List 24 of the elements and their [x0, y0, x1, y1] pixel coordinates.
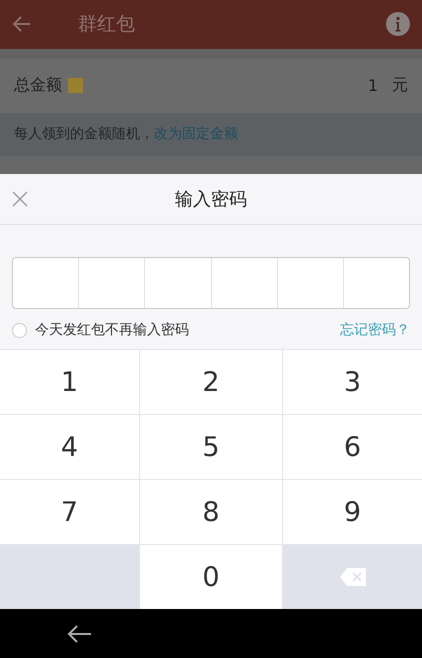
dialog-title: 输入密码 [175, 188, 247, 212]
digit-key[interactable]: 3 [283, 350, 422, 414]
remember-checkbox[interactable] [12, 322, 27, 338]
digit-key[interactable]: 1 [0, 350, 139, 414]
digit-key[interactable]: 6 [283, 415, 422, 480]
info-icon[interactable] [386, 12, 410, 36]
digit-key[interactable]: 5 [140, 415, 282, 480]
digit-key[interactable]: 7 [0, 480, 139, 544]
digit-key[interactable]: 8 [140, 480, 282, 544]
hint-text: 每人领到的金额随机， [14, 125, 154, 144]
digit-key[interactable]: 4 [0, 415, 139, 480]
back-icon[interactable] [66, 624, 92, 644]
page-title: 群红包 [78, 12, 135, 38]
backspace-icon [340, 568, 366, 586]
badge-icon [68, 78, 83, 94]
digit-key[interactable]: 0 [140, 545, 282, 610]
remember-label: 今天发红包不再输入密码 [35, 321, 189, 340]
close-icon[interactable] [12, 191, 28, 208]
digit-key[interactable]: 9 [283, 480, 422, 544]
digit-key[interactable]: 2 [140, 350, 282, 414]
amount-label: 总金额 [14, 75, 62, 96]
password-field[interactable] [12, 257, 410, 310]
amount-unit: 元 [392, 75, 408, 96]
amount-value: 1 [368, 76, 378, 96]
